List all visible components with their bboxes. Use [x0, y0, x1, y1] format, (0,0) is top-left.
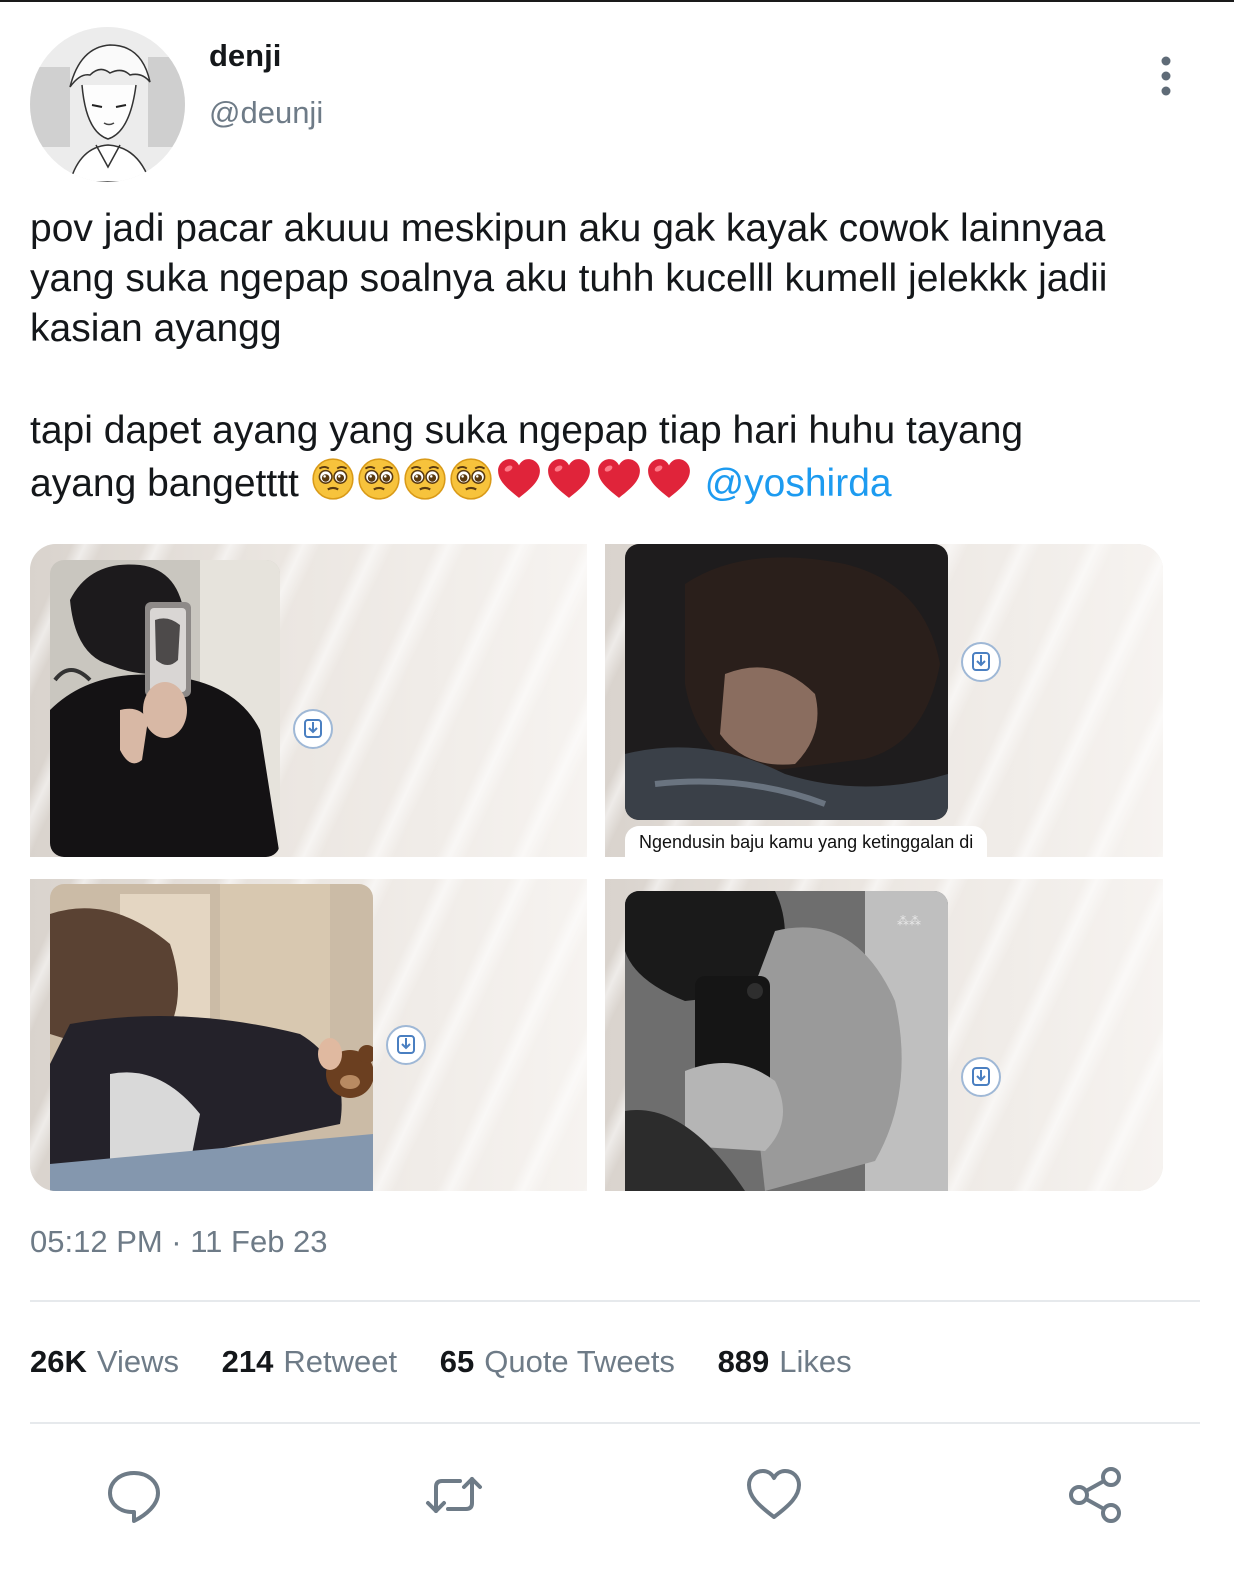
- user-handle[interactable]: @deunji: [209, 95, 323, 131]
- pleading-face-emoji: [402, 456, 448, 515]
- svg-text:⁂⁂: ⁂⁂: [897, 914, 921, 928]
- media-image[interactable]: [30, 544, 587, 857]
- lying-down-photo: [625, 544, 948, 820]
- emoji-row: [310, 458, 694, 505]
- download-icon[interactable]: [961, 642, 1001, 682]
- tweet-line-text: ayang bangetttt: [30, 462, 299, 505]
- stat-label: Retweet: [283, 1344, 398, 1379]
- stat-value: 65: [439, 1344, 475, 1379]
- mention-link[interactable]: @yoshirda: [705, 462, 892, 505]
- tweet-line: tapi dapet ayang yang suka ngepap tiap h…: [30, 409, 1024, 452]
- media-image[interactable]: ⁂⁂: [605, 879, 1163, 1191]
- pleading-face-emoji: [356, 456, 402, 515]
- pleading-face-emoji: [448, 456, 494, 515]
- mirror-selfie-photo: [50, 560, 280, 857]
- stat-label: Views: [96, 1344, 180, 1379]
- image-caption: Ngendusin baju kamu yang ketinggalan di: [625, 826, 988, 857]
- more-options-icon[interactable]: [1150, 55, 1182, 99]
- teddy-bear-photo: [50, 884, 373, 1191]
- avatar-illustration: [30, 27, 185, 182]
- download-icon[interactable]: [293, 709, 333, 749]
- phone-selfie-photo: ⁂⁂: [625, 891, 948, 1191]
- like-icon[interactable]: [744, 1465, 804, 1525]
- stat-value: 889: [717, 1344, 770, 1379]
- download-icon[interactable]: [386, 1025, 426, 1065]
- divider: [30, 1300, 1200, 1302]
- red-heart-emoji: [494, 456, 544, 515]
- retweet-icon[interactable]: [424, 1465, 484, 1525]
- stat-value: 214: [221, 1344, 274, 1379]
- download-icon[interactable]: [961, 1057, 1001, 1097]
- red-heart-emoji: [544, 456, 594, 515]
- stat-retweets[interactable]: 214 Retweet: [222, 1344, 397, 1380]
- red-heart-emoji: [594, 456, 644, 515]
- media-grid[interactable]: Ngendusin baju kamu yang ketinggalan di: [30, 544, 1163, 1191]
- media-image[interactable]: Ngendusin baju kamu yang ketinggalan di: [605, 544, 1163, 857]
- avatar[interactable]: [30, 27, 185, 182]
- stat-likes[interactable]: 889 Likes: [718, 1344, 852, 1380]
- pleading-face-emoji: [310, 456, 356, 515]
- divider: [30, 1422, 1200, 1424]
- tweet-timestamp[interactable]: 05:12 PM · 11 Feb 23: [30, 1224, 328, 1260]
- tweet-line: kasian ayangg: [30, 307, 282, 350]
- stat-views[interactable]: 26K Views: [30, 1344, 179, 1380]
- tweet-line: ayang bangetttt @yoshirda: [30, 456, 1220, 515]
- stat-value: 26K: [30, 1344, 87, 1379]
- share-icon[interactable]: [1065, 1465, 1125, 1525]
- media-image[interactable]: [30, 879, 587, 1191]
- stat-quote-tweets[interactable]: 65 Quote Tweets: [440, 1344, 675, 1380]
- tweet-text: pov jadi pacar akuuu meskipun aku gak ka…: [30, 204, 1220, 515]
- stat-label: Quote Tweets: [484, 1344, 675, 1379]
- display-name[interactable]: denji: [209, 38, 281, 74]
- tweet-line: pov jadi pacar akuuu meskipun aku gak ka…: [30, 207, 1106, 250]
- tweet-stats: 26K Views 214 Retweet 65 Quote Tweets 889 Li…: [30, 1344, 886, 1380]
- tweet-line: yang suka ngepap soalnya aku tuhh kucell…: [30, 257, 1108, 300]
- top-border: [0, 0, 1234, 2]
- stat-label: Likes: [779, 1344, 852, 1379]
- reply-icon[interactable]: [104, 1465, 164, 1525]
- red-heart-emoji: [644, 456, 694, 515]
